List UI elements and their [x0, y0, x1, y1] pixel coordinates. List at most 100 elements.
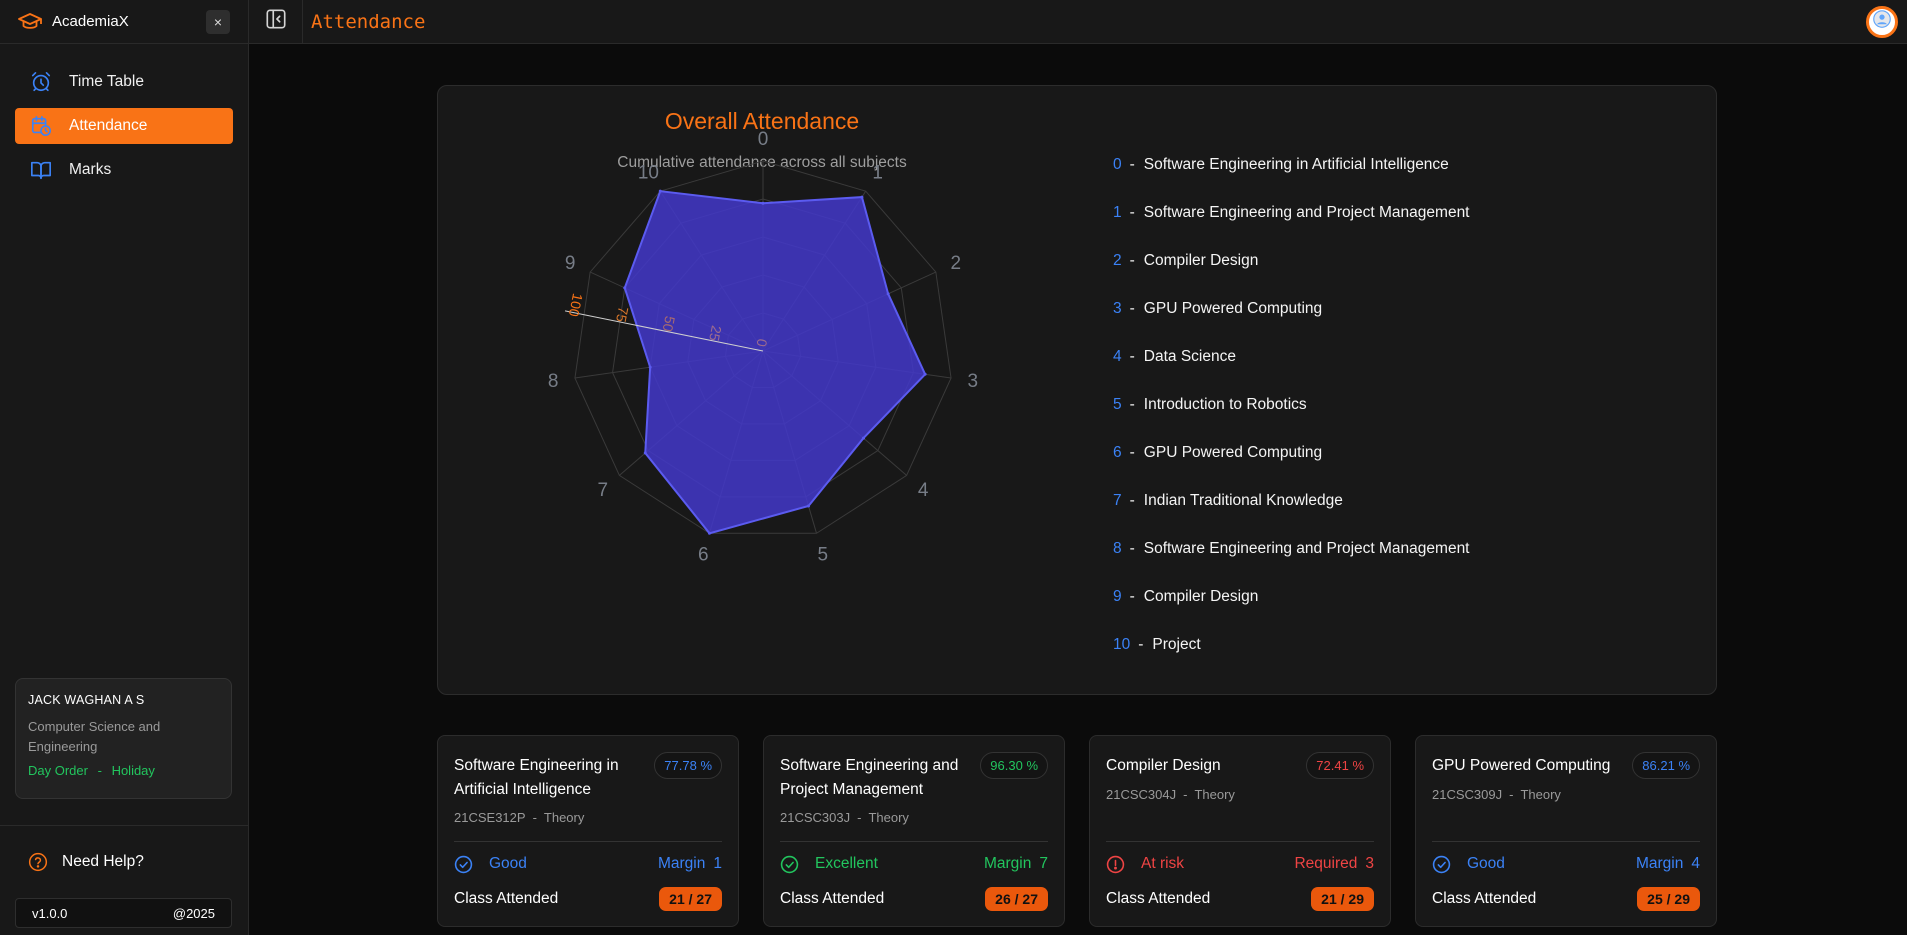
alert-circle-icon	[1106, 855, 1133, 874]
close-sidebar-button[interactable]: ×	[206, 9, 230, 34]
subject-card-header: Software Engineering in Artificial Intel…	[454, 752, 722, 802]
metric-label: Margin	[1635, 855, 1684, 872]
course-type: Theory	[1520, 787, 1561, 802]
book-open-icon	[29, 158, 53, 182]
status-label: Good	[489, 855, 527, 872]
need-help-button[interactable]: Need Help?	[28, 852, 144, 872]
attendance-percent-badge: 77.78 %	[654, 752, 722, 779]
legend-item: 1- Software Engineering and Project Manag…	[1113, 189, 1470, 237]
overall-attendance-card: Overall Attendance Cumulative attendance…	[437, 85, 1717, 695]
legend-label: Introduction to Robotics	[1143, 396, 1307, 413]
card-divider	[454, 841, 722, 842]
attendance-percent-badge: 86.21 %	[1632, 752, 1700, 779]
legend-index: 6	[1113, 444, 1122, 461]
legend-item: 0- Software Engineering in Artificial Int…	[1113, 141, 1470, 189]
sidebar-item-label: Marks	[69, 161, 112, 178]
radar-data-point[interactable]	[886, 292, 890, 296]
copyright-year: @2025	[172, 905, 215, 921]
subject-card[interactable]: Compiler Design 72.41 % 21CSC304J - Theory At…	[1089, 735, 1391, 927]
legend-index: 9	[1113, 588, 1122, 605]
radar-data-point[interactable]	[707, 531, 711, 535]
alarm-clock-icon	[29, 70, 53, 94]
legend-label: Software Engineering in Artificial Intel…	[1143, 156, 1449, 173]
course-code: 21CSE312P	[454, 810, 526, 825]
legend-label: GPU Powered Computing	[1143, 444, 1323, 461]
subject-card[interactable]: Software Engineering in Artificial Intel…	[437, 735, 739, 927]
radar-series-area[interactable]	[623, 190, 927, 535]
toggle-sidebar-button[interactable]	[249, 0, 303, 44]
legend-index: 4	[1113, 348, 1122, 365]
code-separator: -	[1183, 787, 1188, 802]
class-attended-label: Class Attended	[1432, 890, 1537, 907]
course-type: Theory	[543, 810, 585, 825]
radar-data-point[interactable]	[658, 189, 662, 193]
subject-card-header: Software Engineering and Project Managem…	[780, 752, 1048, 802]
attendance-status: At risk	[1106, 855, 1184, 874]
radar-category-label: 1	[872, 163, 883, 184]
radar-category-label: 5	[817, 544, 828, 565]
legend-item: 9- Compiler Design	[1113, 573, 1470, 621]
legend-index: 1	[1113, 204, 1122, 221]
legend-separator: -	[1129, 300, 1135, 317]
radar-radial-tick-label: 100	[566, 292, 586, 318]
radar-data-point[interactable]	[643, 451, 647, 455]
app-root: AcademiaX × Time Table Attendance Marks …	[0, 0, 1907, 935]
class-attended-label: Class Attended	[454, 890, 559, 907]
legend-separator: -	[1129, 156, 1135, 173]
radar-category-label: 8	[548, 371, 559, 392]
metric-label: Margin	[657, 855, 706, 872]
version-label: v1.0.0	[32, 905, 68, 921]
radar-category-label: 0	[758, 129, 769, 150]
class-attended-label: Class Attended	[780, 890, 885, 907]
legend-item: 4- Data Science	[1113, 333, 1470, 381]
legend-label: Software Engineering and Project Managem…	[1143, 204, 1470, 221]
radar-data-point[interactable]	[923, 372, 927, 376]
legend-index: 5	[1113, 396, 1122, 413]
subject-code: 21CSC304J - Theory	[1106, 787, 1374, 802]
help-circle-icon	[28, 852, 48, 872]
course-type: Theory	[1194, 787, 1235, 802]
sidebar-item-attendance[interactable]: Attendance	[15, 108, 233, 144]
legend-label: Compiler Design	[1143, 252, 1259, 269]
metric-label: Required	[1294, 855, 1358, 872]
legend-separator: -	[1138, 636, 1144, 653]
course-code: 21CSC303J	[780, 810, 851, 825]
radar-category-label: 3	[968, 371, 979, 392]
legend-index: 10	[1113, 636, 1131, 653]
sidebar-item-time-table[interactable]: Time Table	[15, 64, 233, 100]
metric-value: 7	[1039, 855, 1048, 872]
sidebar-nav: Time Table Attendance Marks	[0, 44, 248, 188]
status-label: Excellent	[815, 855, 878, 872]
day-order-separator: -	[97, 763, 102, 778]
radar-category-label: 4	[918, 480, 929, 501]
metric-label: Margin	[983, 855, 1032, 872]
sidebar-divider	[0, 825, 249, 826]
radar-data-point[interactable]	[860, 195, 864, 199]
attendance-status-row: At risk Required 3	[1106, 852, 1374, 876]
status-label: Good	[1467, 855, 1505, 872]
sidebar-item-marks[interactable]: Marks	[15, 152, 233, 188]
user-avatar-button[interactable]	[1866, 5, 1898, 38]
radar-data-point[interactable]	[761, 201, 765, 205]
sidebar-item-label: Time Table	[69, 73, 144, 90]
radar-data-point[interactable]	[862, 436, 866, 440]
subject-name: Software Engineering in Artificial Intel…	[454, 757, 619, 798]
sidebar-toggle-icon	[265, 8, 287, 35]
course-type: Theory	[868, 810, 909, 825]
legend-item: 3- GPU Powered Computing	[1113, 285, 1470, 333]
subject-card-header: Compiler Design 72.41 %	[1106, 752, 1374, 779]
need-help-label: Need Help?	[62, 853, 144, 870]
class-attended-row: Class Attended 21 / 27	[454, 887, 722, 911]
radar-category-label: 6	[698, 544, 709, 565]
radar-data-point[interactable]	[623, 286, 627, 290]
check-circle-icon	[454, 855, 481, 874]
legend-index: 0	[1113, 156, 1122, 173]
radar-data-point[interactable]	[806, 504, 810, 508]
radar-data-point[interactable]	[648, 365, 652, 369]
subject-card[interactable]: Software Engineering and Project Managem…	[763, 735, 1065, 927]
class-attended-count: 21 / 29	[1311, 887, 1374, 911]
attendance-percent-badge: 72.41 %	[1306, 752, 1374, 779]
legend-item: 6- GPU Powered Computing	[1113, 429, 1470, 477]
subject-card[interactable]: GPU Powered Computing 86.21 % 21CSC309J - Th…	[1415, 735, 1717, 927]
metric-value: 1	[713, 855, 722, 872]
